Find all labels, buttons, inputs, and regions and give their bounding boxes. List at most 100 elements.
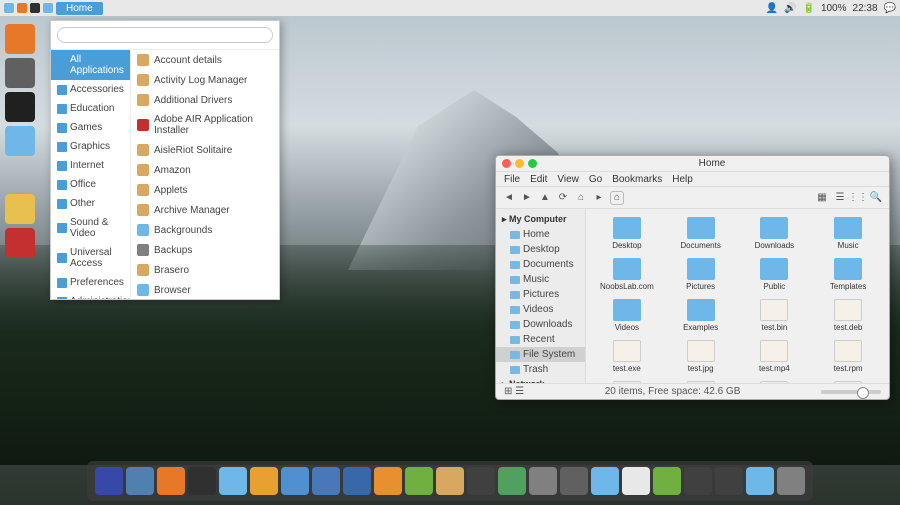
category-item[interactable]: Administration bbox=[51, 292, 130, 299]
dock-item[interactable] bbox=[436, 467, 464, 495]
user-icon[interactable]: 👤 bbox=[766, 3, 778, 14]
panel-app-icon[interactable] bbox=[30, 3, 40, 13]
clock[interactable]: 22:38 bbox=[853, 3, 878, 14]
app-item[interactable]: Additional Drivers bbox=[131, 90, 279, 110]
sidebar-item[interactable]: Documents bbox=[496, 257, 585, 272]
dock-item[interactable] bbox=[653, 467, 681, 495]
category-item[interactable]: Universal Access bbox=[51, 243, 130, 273]
minimize-button[interactable] bbox=[515, 159, 524, 168]
sidebar-item[interactable]: File System bbox=[496, 347, 585, 362]
titlebar[interactable]: Home bbox=[496, 156, 889, 172]
panel-app-icon[interactable] bbox=[4, 3, 14, 13]
dock-item[interactable] bbox=[281, 467, 309, 495]
dock-item[interactable] bbox=[715, 467, 743, 495]
back-button[interactable]: ◄ bbox=[502, 191, 516, 205]
dock-item[interactable] bbox=[777, 467, 805, 495]
launcher-item[interactable] bbox=[5, 160, 35, 190]
dock-item[interactable] bbox=[343, 467, 371, 495]
sidebar-heading[interactable]: ▸ My Computer bbox=[496, 212, 585, 227]
app-item[interactable]: Account details bbox=[131, 50, 279, 70]
dock-item[interactable] bbox=[591, 467, 619, 495]
battery-icon[interactable]: 🔋 bbox=[802, 3, 814, 14]
category-item[interactable]: Other bbox=[51, 194, 130, 213]
category-item[interactable]: Preferences bbox=[51, 273, 130, 292]
menu-view[interactable]: View bbox=[557, 174, 579, 185]
view-icons-button[interactable]: ▦ bbox=[815, 191, 829, 205]
category-item[interactable]: Sound & Video bbox=[51, 213, 130, 243]
file-item[interactable]: test.exe bbox=[592, 338, 662, 375]
dock-item[interactable] bbox=[374, 467, 402, 495]
dock-item[interactable] bbox=[405, 467, 433, 495]
file-item[interactable]: Desktop bbox=[592, 215, 662, 252]
file-item[interactable]: test.bin bbox=[740, 297, 810, 334]
launcher-item[interactable] bbox=[5, 58, 35, 88]
file-item[interactable]: test.deb bbox=[813, 297, 883, 334]
app-item[interactable]: Browser bbox=[131, 280, 279, 299]
dock-item[interactable] bbox=[126, 467, 154, 495]
app-item[interactable]: Backups bbox=[131, 240, 279, 260]
zoom-slider[interactable] bbox=[821, 390, 881, 394]
dock-item[interactable] bbox=[312, 467, 340, 495]
category-item[interactable]: Internet bbox=[51, 156, 130, 175]
dock-item[interactable] bbox=[95, 467, 123, 495]
file-item[interactable]: Music bbox=[813, 215, 883, 252]
file-item[interactable]: test.mp4 bbox=[740, 338, 810, 375]
reload-button[interactable]: ⟳ bbox=[556, 191, 570, 205]
file-item[interactable]: Public bbox=[740, 256, 810, 293]
app-item[interactable]: AisleRiot Solitaire bbox=[131, 140, 279, 160]
dock-item[interactable] bbox=[684, 467, 712, 495]
panel-app-icon[interactable] bbox=[17, 3, 27, 13]
app-item[interactable]: Backgrounds bbox=[131, 220, 279, 240]
dock-item[interactable] bbox=[188, 467, 216, 495]
app-item[interactable]: Archive Manager bbox=[131, 200, 279, 220]
dock-item[interactable] bbox=[498, 467, 526, 495]
location-home-icon[interactable]: ⌂ bbox=[610, 191, 624, 205]
launcher-item[interactable] bbox=[5, 194, 35, 224]
sidebar-item[interactable]: Desktop bbox=[496, 242, 585, 257]
file-item[interactable]: Documents bbox=[666, 215, 736, 252]
dock-item[interactable] bbox=[560, 467, 588, 495]
maximize-button[interactable] bbox=[528, 159, 537, 168]
app-item[interactable]: Brasero bbox=[131, 260, 279, 280]
dock-item[interactable] bbox=[467, 467, 495, 495]
category-item[interactable]: Education bbox=[51, 99, 130, 118]
file-item[interactable]: Pictures bbox=[666, 256, 736, 293]
app-item[interactable]: Amazon bbox=[131, 160, 279, 180]
file-item[interactable]: Downloads bbox=[740, 215, 810, 252]
sidebar-item[interactable]: Home bbox=[496, 227, 585, 242]
search-icon[interactable]: 🔍 bbox=[869, 191, 883, 205]
search-input[interactable] bbox=[57, 27, 273, 43]
app-item[interactable]: Applets bbox=[131, 180, 279, 200]
app-item[interactable]: Adobe AIR Application Installer bbox=[131, 110, 279, 140]
close-button[interactable] bbox=[502, 159, 511, 168]
file-item[interactable]: NoobsLab.com bbox=[592, 256, 662, 293]
category-item[interactable]: All Applications bbox=[51, 50, 130, 80]
home-button[interactable]: ⌂ bbox=[574, 191, 588, 205]
dock-item[interactable] bbox=[622, 467, 650, 495]
view-compact-button[interactable]: ⋮⋮ bbox=[851, 191, 865, 205]
menu-help[interactable]: Help bbox=[672, 174, 693, 185]
file-item[interactable]: Examples bbox=[666, 297, 736, 334]
sidebar-item[interactable]: Music bbox=[496, 272, 585, 287]
menu-file[interactable]: File bbox=[504, 174, 520, 185]
launcher-item[interactable] bbox=[5, 24, 35, 54]
launcher-item[interactable] bbox=[5, 92, 35, 122]
category-item[interactable]: Games bbox=[51, 118, 130, 137]
notification-icon[interactable]: 💬 bbox=[884, 3, 896, 14]
menu-go[interactable]: Go bbox=[589, 174, 602, 185]
sidebar-item[interactable]: Videos bbox=[496, 302, 585, 317]
menu-bookmarks[interactable]: Bookmarks bbox=[612, 174, 662, 185]
sidebar-item[interactable]: Recent bbox=[496, 332, 585, 347]
category-item[interactable]: Graphics bbox=[51, 137, 130, 156]
app-item[interactable]: Activity Log Manager bbox=[131, 70, 279, 90]
category-item[interactable]: Accessories bbox=[51, 80, 130, 99]
sidebar-item[interactable]: Downloads bbox=[496, 317, 585, 332]
file-item[interactable]: test.rpm bbox=[813, 338, 883, 375]
dock-item[interactable] bbox=[746, 467, 774, 495]
dock-item[interactable] bbox=[219, 467, 247, 495]
dock-item[interactable] bbox=[157, 467, 185, 495]
file-item[interactable]: Templates bbox=[813, 256, 883, 293]
file-item[interactable]: test.jpg bbox=[666, 338, 736, 375]
dock-item[interactable] bbox=[250, 467, 278, 495]
sidebar-item[interactable]: Pictures bbox=[496, 287, 585, 302]
